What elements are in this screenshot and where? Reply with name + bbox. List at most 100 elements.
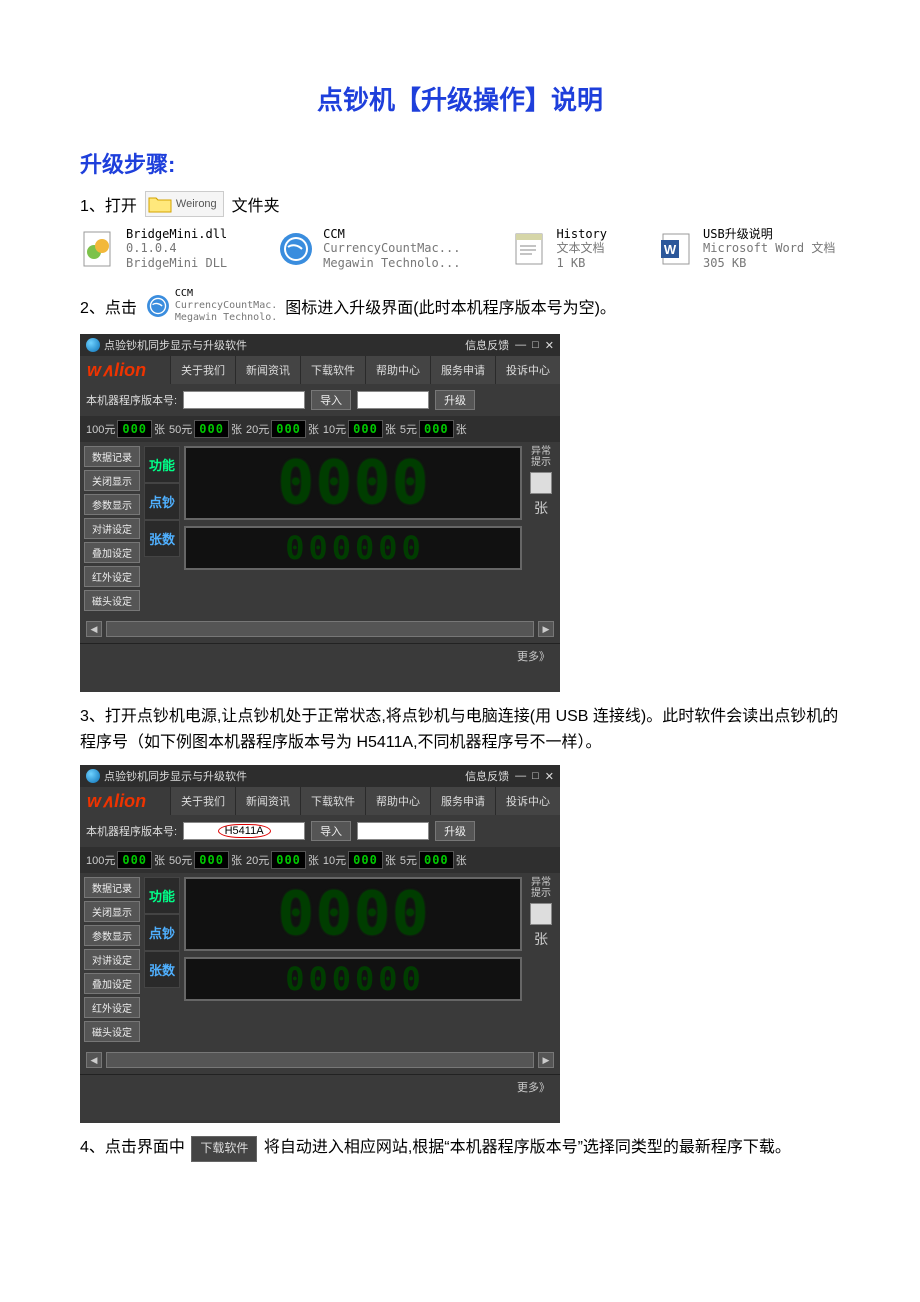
more-link[interactable]: 更多》 [80, 1074, 560, 1099]
mid-count2: 张数 [144, 951, 180, 988]
mid-function: 功能 [144, 877, 180, 914]
file-item: BridgeMini.dll 0.1.0.4 BridgeMini DLL [80, 227, 227, 270]
scroll-track[interactable] [106, 1052, 534, 1068]
feedback-link[interactable]: 信息反馈 [465, 768, 509, 784]
file-item: CCM CurrencyCountMac... Megawin Technolo… [277, 227, 460, 270]
feedback-link[interactable]: 信息反馈 [465, 337, 509, 353]
tab-news[interactable]: 新闻资讯 [235, 356, 300, 384]
import-button[interactable]: 导入 [311, 821, 351, 841]
scroll-right-icon[interactable]: ▶ [538, 621, 554, 637]
step-1: 1、打开 Weirong 文件夹 [80, 191, 840, 217]
upgrade-input[interactable] [357, 391, 429, 409]
mid-labels: 功能 点钞 张数 [144, 446, 180, 611]
maximize-icon[interactable]: □ [532, 339, 539, 351]
side-ir-setting[interactable]: 红外设定 [84, 997, 140, 1018]
tab-news[interactable]: 新闻资讯 [235, 787, 300, 815]
file-line2: 文本文档 [556, 241, 607, 255]
file-line3: 1 KB [556, 256, 607, 270]
file-text: BridgeMini.dll 0.1.0.4 BridgeMini DLL [126, 227, 227, 270]
step-2: 2、点击 CCM CurrencyCountMac. Megawin Techn… [80, 288, 840, 324]
app-logo: w∧lion [80, 356, 170, 384]
file-line3: 305 KB [703, 256, 835, 270]
file-line3: Megawin Technolo... [323, 256, 460, 270]
scroll-right-icon[interactable]: ▶ [538, 1052, 554, 1068]
tab-complaint[interactable]: 投诉中心 [495, 787, 560, 815]
scroll-track[interactable] [106, 621, 534, 637]
file-text: CCM CurrencyCountMac. Megawin Technolo. [175, 288, 277, 324]
side-ir-setting[interactable]: 红外设定 [84, 566, 140, 587]
main-area: 数据记录 关闭显示 参数显示 对讲设定 叠加设定 红外设定 磁头设定 功能 点钞… [80, 442, 560, 615]
unit-label: 张 [534, 929, 548, 949]
side-param-display[interactable]: 参数显示 [84, 494, 140, 515]
file-name: USB升级说明 [703, 227, 835, 241]
denom-row: 100元000张 50元000张 20元000张 10元000张 5元000张 [80, 416, 560, 442]
tab-service[interactable]: 服务申请 [430, 787, 495, 815]
side-buttons: 数据记录 关闭显示 参数显示 对讲设定 叠加设定 红外设定 磁头设定 [84, 877, 140, 1042]
mid-labels: 功能 点钞 张数 [144, 877, 180, 1042]
doc-title: 点钞机【升级操作】说明 [80, 80, 840, 117]
upgrade-button[interactable]: 升级 [435, 390, 475, 410]
right-column: 异常提示 张 [526, 877, 556, 1042]
titlebar: 点验钞机同步显示与升级软件 信息反馈 — □ ✕ [80, 765, 560, 787]
minimize-icon[interactable]: — [515, 770, 526, 782]
scroll-left-icon[interactable]: ◀ [86, 1052, 102, 1068]
side-mag-setting[interactable]: 磁头设定 [84, 590, 140, 611]
mid-count2: 张数 [144, 520, 180, 557]
tab-complaint[interactable]: 投诉中心 [495, 356, 560, 384]
file-line2: 0.1.0.4 [126, 241, 227, 255]
close-icon[interactable]: ✕ [545, 339, 554, 352]
close-icon[interactable]: ✕ [545, 770, 554, 783]
side-mag-setting[interactable]: 磁头设定 [84, 1021, 140, 1042]
side-talk-setting[interactable]: 对讲设定 [84, 518, 140, 539]
tab-download[interactable]: 下载软件 [300, 356, 365, 384]
scrollbar[interactable]: ◀ ▶ [80, 1046, 560, 1074]
side-talk-setting[interactable]: 对讲设定 [84, 949, 140, 970]
mid-count1: 点钞 [144, 914, 180, 951]
file-line3: BridgeMini DLL [126, 256, 227, 270]
ccm-inline-name: CCM [175, 288, 277, 300]
right-column: 异常提示 张 [526, 446, 556, 611]
tab-help[interactable]: 帮助中心 [365, 787, 430, 815]
tab-help[interactable]: 帮助中心 [365, 356, 430, 384]
mid-count1: 点钞 [144, 483, 180, 520]
side-data-record[interactable]: 数据记录 [84, 446, 140, 467]
word-file-icon: W [657, 230, 695, 268]
dll-icon [80, 230, 118, 268]
import-button[interactable]: 导入 [311, 390, 351, 410]
denom-row: 100元000张 50元000张 20元000张 10元000张 5元000张 [80, 847, 560, 873]
step2-suffix: 图标进入升级界面(此时本机程序版本号为空)。 [285, 294, 616, 318]
tab-service[interactable]: 服务申请 [430, 356, 495, 384]
scrollbar[interactable]: ◀ ▶ [80, 615, 560, 643]
file-text: History 文本文档 1 KB [556, 227, 607, 270]
file-name: BridgeMini.dll [126, 227, 227, 241]
app-icon [86, 769, 100, 783]
minimize-icon[interactable]: — [515, 339, 526, 351]
side-close-display[interactable]: 关闭显示 [84, 470, 140, 491]
file-row: BridgeMini.dll 0.1.0.4 BridgeMini DLL CC… [80, 227, 840, 270]
step1-prefix: 1、打开 [80, 192, 137, 216]
file-text: CCM CurrencyCountMac... Megawin Technolo… [323, 227, 460, 270]
folder-svg-icon [148, 194, 172, 214]
side-data-record[interactable]: 数据记录 [84, 877, 140, 898]
big-display: 0000 [184, 877, 522, 951]
svg-text:W: W [664, 242, 677, 257]
folder-icon: Weirong [145, 191, 224, 217]
version-input[interactable]: H5411A [183, 822, 305, 840]
side-overlay-setting[interactable]: 叠加设定 [84, 542, 140, 563]
version-input[interactable] [183, 391, 305, 409]
side-overlay-setting[interactable]: 叠加设定 [84, 973, 140, 994]
side-param-display[interactable]: 参数显示 [84, 925, 140, 946]
upgrade-input[interactable] [357, 822, 429, 840]
tab-about[interactable]: 关于我们 [170, 356, 235, 384]
scroll-left-icon[interactable]: ◀ [86, 621, 102, 637]
more-link[interactable]: 更多》 [80, 643, 560, 668]
maximize-icon[interactable]: □ [532, 770, 539, 782]
tab-download[interactable]: 下载软件 [300, 787, 365, 815]
version-value: H5411A [218, 824, 271, 838]
small-display: 000000 [184, 957, 522, 1001]
tab-about[interactable]: 关于我们 [170, 787, 235, 815]
upgrade-button[interactable]: 升级 [435, 821, 475, 841]
indicator-icon [530, 472, 552, 494]
side-close-display[interactable]: 关闭显示 [84, 901, 140, 922]
step2-prefix: 2、点击 [80, 294, 137, 318]
